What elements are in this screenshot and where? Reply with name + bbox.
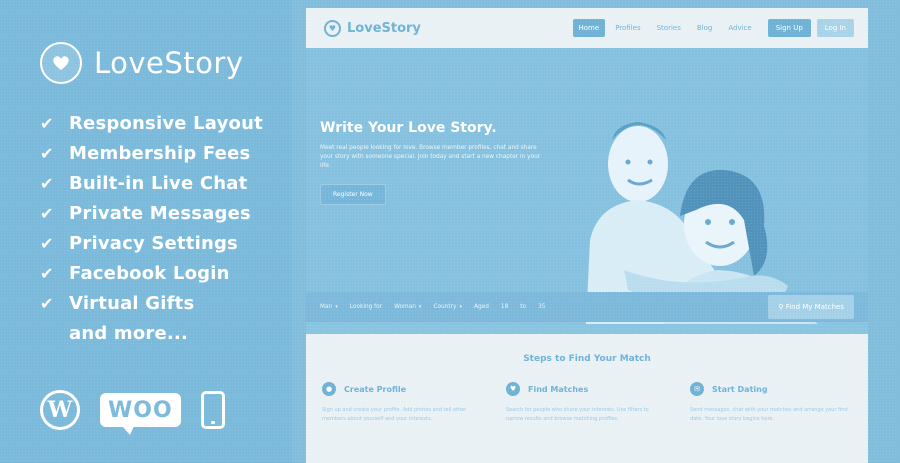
search-bar: Man ▾ Looking for Woman ▾ Country ▾ Aged 18… [306,292,868,322]
feature-item: ✔ Responsive Layout [40,108,292,138]
chat-icon: ✉ [690,382,704,396]
feature-label: Virtual Gifts [69,292,195,314]
step-head: ♥ Find Matches [506,382,666,396]
feature-item: ✔ Membership Fees [40,138,292,168]
feature-label: Privacy Settings [69,232,238,254]
hero-section: Write Your Love Story. Meet real people … [306,48,868,324]
step-find-matches: ♥ Find Matches Search for people who sha… [506,382,666,424]
search-age-max[interactable]: 35 [538,304,545,310]
step-text: Send messages, chat with your matches an… [690,407,848,422]
nav-advice[interactable]: Advice [722,19,757,37]
step-title: Start Dating [712,384,768,394]
search-seeking-select[interactable]: Woman ▾ [394,304,421,310]
mobile-phone-icon [200,391,225,429]
search-gender-select[interactable]: Man ▾ [320,304,338,310]
site-brand: LoveStory [347,20,421,36]
step-text: Search for people who share your interes… [506,407,649,422]
login-button[interactable]: Log In [816,19,854,37]
feature-more: and more... [69,322,189,344]
step-title: Create Profile [344,384,407,394]
check-icon: ✔ [40,233,54,253]
nav-blog[interactable]: Blog [691,19,718,37]
step-start-dating: ✉ Start Dating Send messages, chat with … [690,382,850,424]
step-text: Sign up and create your profile. Add pho… [322,407,467,422]
heart-chat-icon [40,42,82,84]
step-title: Find Matches [528,384,589,394]
search-aged-label: Aged [473,304,489,310]
search-country-select[interactable]: Country ▾ [433,304,462,310]
search-looking-label: Looking for [349,304,383,310]
caret-down-icon: ▾ [459,304,462,310]
steps-title: Steps to Find Your Match [523,354,651,364]
check-icon: ✔ [40,143,54,163]
field-value: Woman [394,304,416,310]
nav-profiles[interactable]: Profiles [609,19,646,37]
promo-logo: LoveStory [40,40,292,86]
woocommerce-icon: WOO [100,393,181,435]
field-value: Country [433,304,457,310]
heart-icon: ♥ [324,19,341,37]
step-head: ● Create Profile [322,382,482,396]
feature-label: Built-in Live Chat [69,172,248,194]
find-matches-button[interactable]: ⚲ Find My Matches [768,295,854,319]
steps-section: Steps to Find Your Match ● Create Profil… [306,334,868,463]
check-icon: ✔ [40,203,54,223]
step-create-profile: ● Create Profile Sign up and create your… [322,382,482,424]
hero-text: Write Your Love Story. Meet real people … [320,120,545,205]
caret-down-icon: ▾ [418,304,422,310]
field-value: Man [320,304,333,310]
step-columns: ● Create Profile Sign up and create your… [306,382,868,424]
register-button[interactable]: Register Now [320,184,386,205]
find-matches-label: Find My Matches [785,303,844,311]
search-icon: ⚲ [778,303,786,311]
feature-label: Membership Fees [69,142,251,164]
check-icon: ✔ [40,263,54,283]
feature-label: Private Messages [69,202,251,224]
promo-panel: LoveStory ✔ Responsive Layout ✔ Membership… [0,0,292,463]
feature-item: ✔ Facebook Login [40,258,292,288]
feature-label: Facebook Login [69,262,230,284]
platform-icons: W WOO [40,390,292,435]
couple-photo [586,122,818,324]
search-to-label: to [520,304,527,310]
feature-list: ✔ Responsive Layout ✔ Membership Fees ✔ Bui… [40,108,292,348]
promo-brand: LoveStory [94,46,244,80]
feature-item: ✔ Private Messages [40,198,292,228]
search-age-min[interactable]: 18 [501,304,508,310]
hero-title: Write Your Love Story. [320,120,497,136]
caret-down-icon: ▾ [335,304,338,310]
feature-label: Responsive Layout [69,112,263,134]
step-head: ✉ Start Dating [690,382,850,396]
site-logo[interactable]: ♥ LoveStory [324,19,421,37]
site-preview: ♥ LoveStory Home Profiles Stories Blog A… [306,8,868,463]
check-icon: ✔ [40,173,54,193]
wordpress-icon: W [40,390,80,430]
user-icon: ● [322,382,336,396]
nav-home[interactable]: Home [572,19,606,37]
signup-button[interactable]: Sign Up [767,19,811,37]
check-icon: ✔ [40,293,54,313]
site-header: ♥ LoveStory Home Profiles Stories Blog A… [306,8,868,48]
feature-item: ✔ Built-in Live Chat [40,168,292,198]
check-icon: ✔ [40,113,54,133]
feature-item: ✔ Privacy Settings [40,228,292,258]
feature-item: ✔ Virtual Gifts [40,288,292,318]
hero-description: Meet real people looking for love. Brows… [320,145,541,169]
nav-stories[interactable]: Stories [651,19,687,37]
heart-icon: ♥ [506,382,520,396]
site-nav: Home Profiles Stories Blog Advice Sign U… [572,19,854,37]
